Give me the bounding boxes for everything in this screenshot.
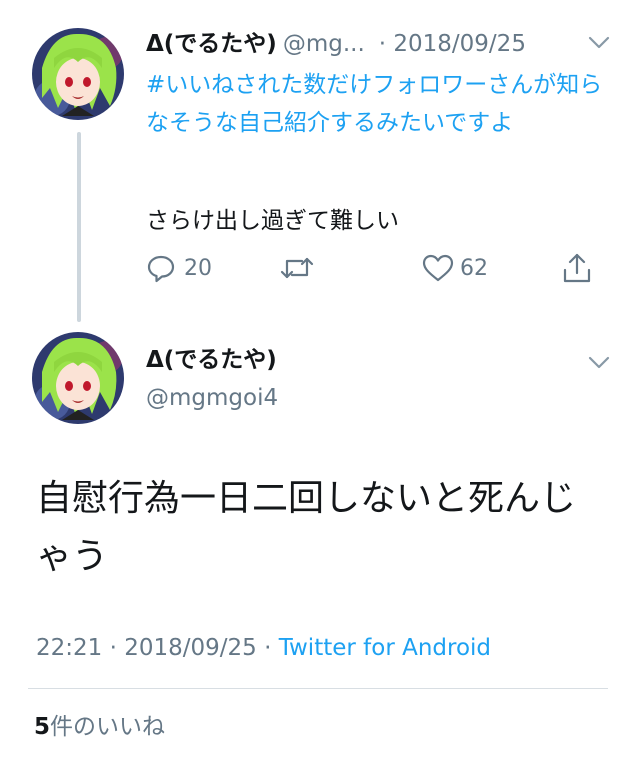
heart-icon: [422, 254, 454, 282]
avatar-image: [32, 332, 124, 424]
hashtag-link[interactable]: #いいねされた数だけフォロワーさんが知らなそうな自己紹介するみたいですよ: [146, 66, 616, 142]
tweet-header: Δ(でるたや) @mg... · 2018/09/25: [146, 26, 586, 62]
avatar-image: [32, 28, 124, 120]
meta-separator: ·: [264, 635, 272, 661]
tweet-text: さらけ出し過ぎて難しい: [146, 208, 399, 234]
retweet-icon: [280, 257, 314, 279]
divider: [28, 688, 608, 689]
meta-separator: ·: [109, 635, 117, 661]
display-name[interactable]: Δ(でるたや): [146, 31, 277, 57]
likes-count: 5: [34, 714, 51, 740]
tweet-date: 2018/09/25: [124, 635, 257, 661]
chevron-down-icon[interactable]: [588, 356, 610, 370]
chevron-down-icon[interactable]: [588, 36, 610, 50]
tweet-time: 22:21: [36, 635, 103, 661]
like-count: 62: [460, 255, 488, 281]
share-icon: [563, 253, 591, 283]
reply-count: 20: [184, 255, 212, 281]
tweet-date[interactable]: · 2018/09/25: [379, 31, 526, 57]
retweet-button[interactable]: [280, 253, 314, 283]
like-button[interactable]: 62: [422, 253, 488, 283]
likes-summary[interactable]: 5件のいいね: [34, 709, 165, 745]
handle[interactable]: @mgmgoi4: [146, 380, 278, 416]
source-link[interactable]: Twitter for Android: [279, 635, 491, 661]
reply-icon: [147, 255, 175, 283]
tweet-text: 自慰行為一日二回しないと死んじゃう: [36, 478, 577, 577]
tweet-meta: 22:21 · 2018/09/25 · Twitter for Android: [36, 630, 491, 666]
likes-label: 件のいいね: [50, 714, 166, 740]
handle[interactable]: @mg...: [283, 31, 365, 57]
thread-connector: [77, 132, 81, 322]
avatar[interactable]: [32, 28, 124, 120]
avatar[interactable]: [32, 332, 124, 424]
share-button[interactable]: [562, 252, 592, 284]
reply-button[interactable]: 20: [146, 253, 212, 283]
display-name[interactable]: Δ(でるたや): [146, 342, 277, 378]
